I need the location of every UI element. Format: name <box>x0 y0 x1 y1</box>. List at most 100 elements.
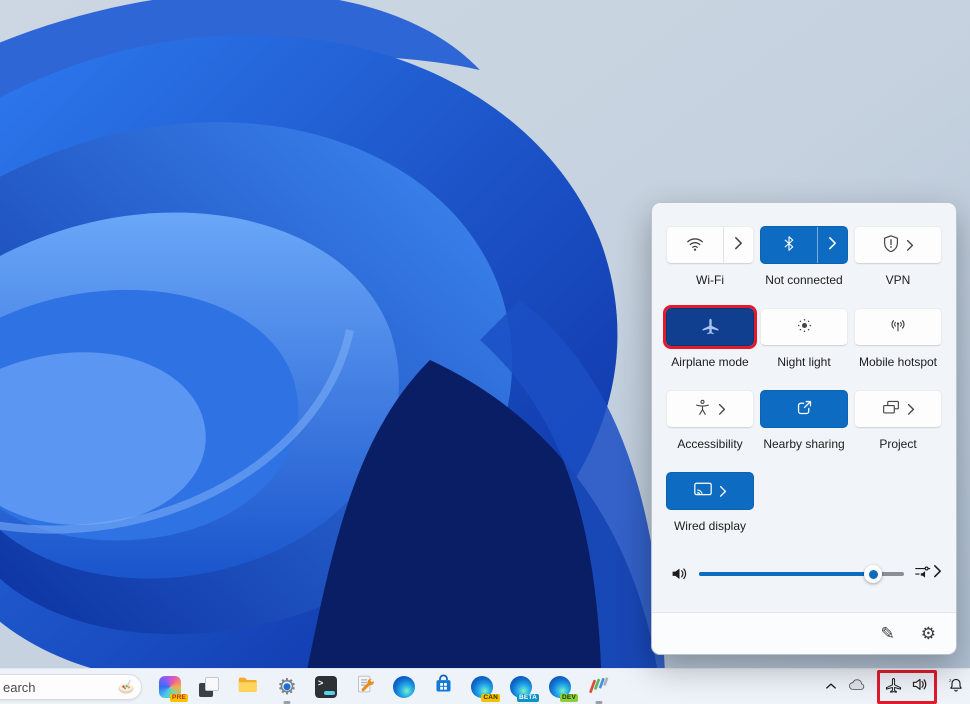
quick-tile-vpn: VPN <box>854 226 942 287</box>
taskbar-edge-dev[interactable]: DEV <box>548 675 572 699</box>
nearby-sharing-label: Nearby sharing <box>763 437 844 451</box>
quick-tile-night-light: Night light <box>760 308 848 369</box>
volume-row <box>652 563 956 585</box>
night-light-icon <box>796 317 813 337</box>
quick-tile-project: Project <box>854 390 942 451</box>
taskbar-edge[interactable] <box>392 675 416 699</box>
bluetooth-tile <box>760 226 848 264</box>
quick-tile-airplane-mode: Airplane mode <box>666 308 754 369</box>
show-hidden-icons-button[interactable] <box>825 678 837 696</box>
terminal-icon: > <box>315 676 337 698</box>
wifi-icon <box>686 235 704 256</box>
audio-output-picker[interactable] <box>914 563 942 585</box>
taskbar-dev-home[interactable] <box>587 675 611 699</box>
taskbar-tweak-tool[interactable] <box>353 675 377 699</box>
edge-icon <box>393 676 415 698</box>
chevron-right-icon <box>718 403 726 416</box>
speaker-icon[interactable] <box>670 566 689 582</box>
taskbar-file-explorer[interactable] <box>236 675 260 699</box>
night-light-toggle-button[interactable] <box>760 308 848 346</box>
folder-icon <box>237 674 259 701</box>
volume-slider-fill <box>699 572 873 576</box>
taskbar-edge-canary[interactable]: CAN <box>470 675 494 699</box>
airplane-status-button[interactable] <box>885 676 902 698</box>
onedrive-tray-button[interactable] <box>848 678 866 696</box>
quick-settings-grid: Wi-Fi Not connected <box>652 203 956 533</box>
chevron-right-icon <box>906 239 914 252</box>
quick-tile-wifi: Wi-Fi <box>666 226 754 287</box>
airplane-mode-label: Airplane mode <box>671 355 748 369</box>
nearby-sharing-icon <box>796 399 813 419</box>
bluetooth-label: Not connected <box>765 273 842 287</box>
wifi-expand-button[interactable] <box>723 227 753 263</box>
airplane-status-icon <box>885 676 902 698</box>
volume-slider-thumb[interactable] <box>864 565 882 583</box>
tray-annotation-box <box>877 670 937 704</box>
night-light-label: Night light <box>777 355 830 369</box>
bluetooth-expand-button[interactable] <box>817 227 847 263</box>
wired-display-cast-icon <box>694 482 712 500</box>
quick-settings-footer: ✎ ⚙ <box>652 612 956 654</box>
bluetooth-icon <box>783 236 795 254</box>
pencil-icon: ✎ <box>881 624 895 643</box>
taskbar-task-view[interactable] <box>197 675 221 699</box>
taskbar-settings[interactable]: ⚙ <box>275 675 299 699</box>
airplane-icon <box>701 316 720 338</box>
copilot-pre-badge: PRE <box>170 694 188 703</box>
taskbar-edge-beta[interactable]: BETA <box>509 675 533 699</box>
settings-button[interactable]: ⚙ <box>921 625 936 642</box>
chevron-right-icon <box>907 403 915 416</box>
mobile-hotspot-toggle-button[interactable] <box>854 308 942 346</box>
wired-display-label: Wired display <box>674 519 746 533</box>
onedrive-cloud-icon <box>848 678 866 696</box>
quick-tile-nearby-sharing: Nearby sharing <box>760 390 848 451</box>
search-box-text: earch <box>3 680 36 695</box>
quick-tile-mobile-hotspot: Mobile hotspot <box>854 308 942 369</box>
accessibility-label: Accessibility <box>677 437 742 451</box>
gear-icon: ⚙ <box>275 675 299 699</box>
search-box[interactable]: earch <box>0 674 142 700</box>
taskbar-copilot[interactable]: PRE <box>158 675 182 699</box>
wired-display-button[interactable] <box>666 472 754 510</box>
project-screens-icon <box>882 399 900 418</box>
taskbar-apps: PRE ⚙ > <box>158 669 611 704</box>
gear-icon: ⚙ <box>921 624 936 643</box>
quick-tile-accessibility: Accessibility <box>666 390 754 451</box>
quick-tile-bluetooth: Not connected <box>760 226 848 287</box>
task-view-icon <box>199 677 219 697</box>
vpn-label: VPN <box>886 273 911 287</box>
vpn-button[interactable] <box>854 226 942 264</box>
store-bag-icon <box>433 674 454 700</box>
edge-dev-badge: DEV <box>560 694 578 703</box>
bluetooth-toggle-button[interactable] <box>761 227 817 263</box>
accessibility-icon <box>694 399 711 419</box>
panel-spacer <box>652 585 956 612</box>
taskbar-terminal[interactable]: > <box>314 675 338 699</box>
volume-slider[interactable] <box>699 565 904 583</box>
edit-quick-settings-button[interactable]: ✎ <box>881 625 895 642</box>
taskbar-microsoft-store[interactable] <box>431 675 455 699</box>
chevron-right-icon <box>933 564 942 583</box>
project-label: Project <box>879 437 916 451</box>
project-button[interactable] <box>854 390 942 428</box>
terminal-prompt-glyph: > <box>318 678 323 688</box>
taskbar: earch PRE ⚙ > <box>0 668 970 704</box>
mobile-hotspot-label: Mobile hotspot <box>859 355 937 369</box>
volume-status-button[interactable] <box>911 677 929 697</box>
food-bowl-icon <box>116 677 136 697</box>
vpn-shield-icon <box>883 235 899 256</box>
wifi-tile <box>666 226 754 264</box>
volume-slider-track[interactable] <box>699 572 904 576</box>
wifi-label: Wi-Fi <box>696 273 724 287</box>
nearby-sharing-toggle-button[interactable] <box>760 390 848 428</box>
quick-settings-panel: Wi-Fi Not connected <box>651 202 957 655</box>
quick-tile-wired-display: Wired display <box>666 472 754 533</box>
airplane-mode-toggle-button[interactable] <box>666 308 754 346</box>
wifi-toggle-button[interactable] <box>667 227 723 263</box>
accessibility-button[interactable] <box>666 390 754 428</box>
audio-output-icon <box>914 563 931 585</box>
chevron-up-icon <box>825 678 837 696</box>
edge-canary-badge: CAN <box>481 694 500 703</box>
notification-bell-icon: z <box>948 677 964 698</box>
notifications-button[interactable]: z <box>948 677 964 698</box>
